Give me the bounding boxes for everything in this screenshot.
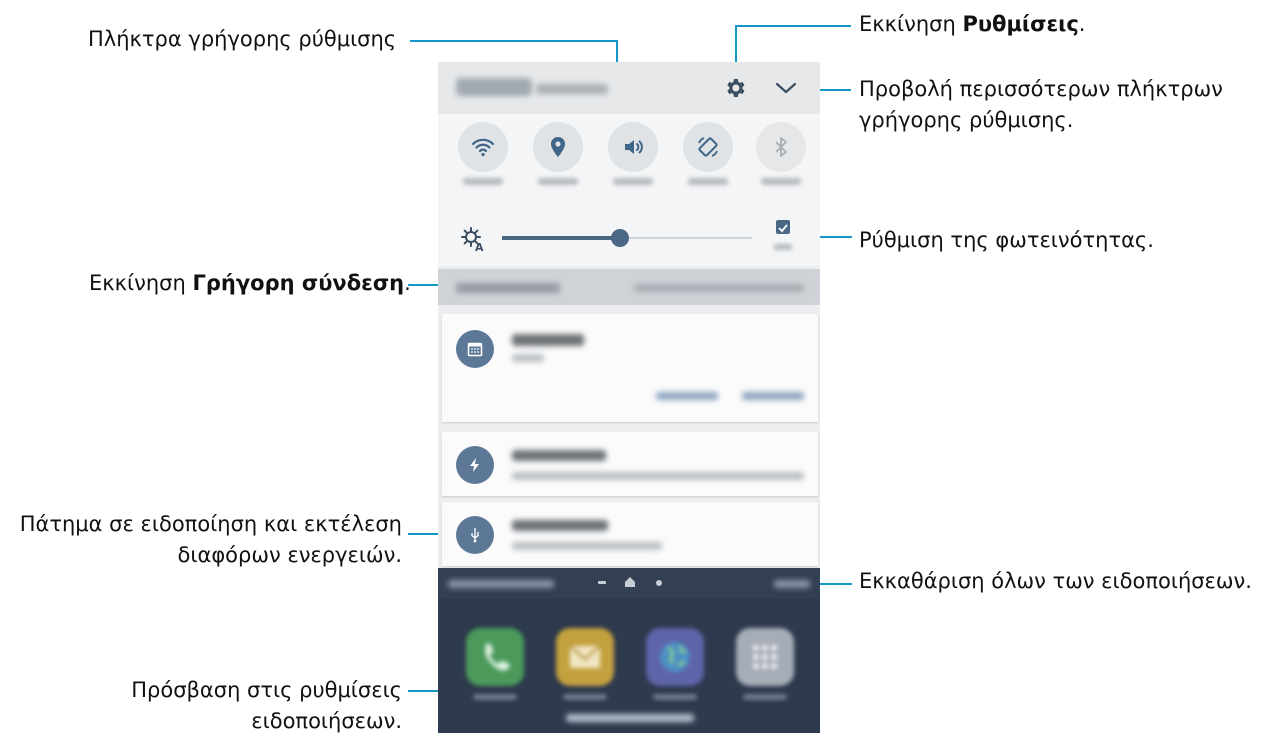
bluetooth-icon [775,137,787,157]
auto-brightness-checkbox[interactable] [776,220,790,234]
notification-action-snooze[interactable] [742,392,804,400]
internet-icon [660,642,690,672]
quick-setting-caption [613,178,653,185]
callout-more-buttons-line2: γρήγορης ρύθμισης. [859,108,1074,132]
apps-icon [753,645,777,669]
app-label [653,694,697,700]
panel-header [438,62,820,114]
callout-tap-notification-line1: Πάτημα σε ειδοποίηση και εκτέλεση [19,512,402,536]
callout-quick-connect: Εκκίνηση Γρήγορη σύνδεση. [89,268,411,299]
notification-text [512,472,804,480]
auto-brightness-icon: A [461,227,484,252]
sound-icon [625,140,643,154]
app-label [563,694,607,700]
callout-notification-settings-line2: ειδοποιήσεων. [251,709,402,733]
callout-notification-settings: Πρόσβαση στις ρυθμίσεις ειδοποιήσεων. [60,675,402,737]
leader-line-quick-settings-h [410,40,618,42]
quick-setting-location[interactable] [533,122,583,172]
callout-tap-notification: Πάτημα σε ειδοποίηση και εκτέλεση διαφόρ… [10,509,402,571]
notification-footer-bar [438,568,820,598]
apps-drawer-icon[interactable] [736,628,794,686]
date [536,84,608,94]
quick-setting-auto-rotate[interactable] [683,122,733,172]
settings-gear-icon[interactable] [723,76,747,100]
app-label [743,694,787,700]
internet-app-icon[interactable] [646,628,704,686]
calendar-icon [467,342,483,357]
emergency-calls-text [566,714,694,722]
callout-notification-settings-line1: Πρόσβαση στις ρυθμίσεις [131,678,402,702]
quick-setting-caption [688,178,728,185]
phone-icon [485,643,510,671]
notification-title [512,334,584,346]
leader-line-settings-h [735,25,851,27]
notification-icon [456,330,494,368]
quick-setting-caption [463,178,503,185]
notification-icon [456,446,494,484]
notification-title [512,520,608,531]
callout-quick-connect-suffix: . [404,271,411,295]
clear-all-button[interactable] [774,580,810,588]
chevron-down-icon[interactable] [774,78,798,98]
flash-icon [470,458,479,472]
brightness-slider[interactable] [502,229,752,247]
notification-title [512,450,606,461]
leader-line-brightness [816,236,852,238]
quick-setting-sound[interactable] [608,122,658,172]
brightness-slider-fill [502,236,620,240]
callout-brightness: Ρύθμιση της φωτεινότητας. [859,228,1154,252]
callout-clear-all: Εκκαθάριση όλων των ειδοποιήσεων. [859,569,1252,593]
auto-brightness-label [774,244,792,250]
callout-launch-settings-prefix: Εκκίνηση [859,12,963,36]
phone-app-icon[interactable] [466,628,524,686]
notification-usb[interactable] [442,502,818,566]
quick-setting-caption [761,178,801,185]
quick-settings-buttons [438,114,820,212]
brightness-slider-thumb[interactable] [611,229,629,247]
notification-action-dismiss[interactable] [656,392,718,400]
quick-setting-wifi[interactable] [458,122,508,172]
email-app-icon[interactable] [556,628,614,686]
notification-settings-button[interactable] [448,580,554,588]
quick-setting-caption [538,178,578,185]
callout-launch-settings-bold: Ρυθμίσεις [962,12,1079,36]
callout-quick-connect-bold: Γρήγορη σύνδεση [192,271,405,295]
page-dot [656,580,662,586]
quick-setting-bluetooth[interactable] [756,122,806,172]
notification-subtitle [512,354,544,362]
wifi-icon [471,138,495,157]
home-screen-background [438,568,820,733]
brightness-control: A [438,212,820,266]
app-label [473,694,517,700]
auto-rotate-icon [698,137,718,157]
location-icon [551,137,565,157]
checkmark-icon [778,224,788,233]
notification-charging[interactable] [442,432,818,496]
home-indicator-icon [625,577,635,587]
callout-launch-settings-suffix: . [1078,12,1086,36]
notification-icon [456,516,494,554]
quick-connect-hint [634,284,804,292]
callout-more-buttons-line1: Προβολή περισσότερων πλήκτρων [859,77,1223,101]
notification-panel: A [438,62,820,733]
callout-more-buttons: Προβολή περισσότερων πλήκτρων γρήγορης ρ… [859,74,1223,136]
usb-icon [471,528,479,543]
svg-text:A: A [475,241,484,252]
notification-text [512,542,662,550]
clock [456,78,532,96]
notification-calendar-event[interactable] [442,314,818,422]
email-icon [569,645,601,668]
callout-tap-notification-line2: διαφόρων ενεργειών. [177,543,402,567]
callout-quick-connect-prefix: Εκκίνηση [89,271,193,295]
callout-launch-settings: Εκκίνηση Ρυθμίσεις. [859,9,1085,40]
home-page-indicator [598,581,606,584]
quick-connect-label [456,283,560,293]
callout-quick-setting-buttons: Πλήκτρα γρήγορης ρύθμισης [88,27,397,51]
quick-connect-bar[interactable] [438,269,820,305]
